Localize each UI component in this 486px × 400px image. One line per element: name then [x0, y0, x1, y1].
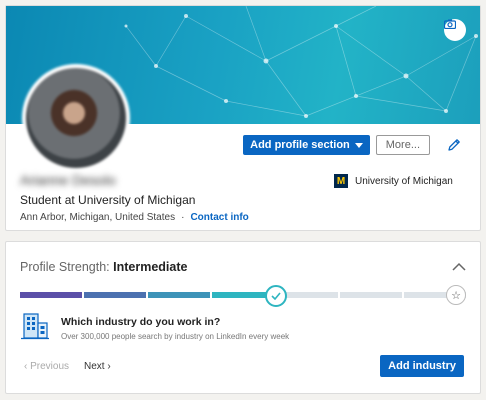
star-icon: ☆	[446, 285, 466, 305]
previous-button[interactable]: ‹ Previous	[24, 361, 69, 372]
profile-top-card: Add profile section More... Arianne Deso…	[5, 5, 481, 231]
university-name: University of Michigan	[355, 175, 453, 187]
next-button[interactable]: Next ›	[84, 361, 111, 372]
add-industry-button[interactable]: Add industry	[380, 355, 464, 377]
separator-dot: ·	[181, 212, 185, 223]
profile-strength-label: Profile Strength:	[20, 260, 110, 274]
university-logo: M	[334, 174, 348, 188]
industry-question-subtext: Over 300,000 people search by industry o…	[61, 332, 290, 341]
profile-strength-level: Intermediate	[113, 260, 188, 274]
check-icon	[271, 292, 281, 300]
chevron-up-icon[interactable]	[452, 262, 466, 272]
add-profile-section-button[interactable]: Add profile section	[243, 135, 370, 155]
building-industry-icon	[21, 313, 49, 340]
profile-strength-card: Profile Strength: Intermediate ☆ Which i…	[5, 241, 481, 394]
edit-banner-button[interactable]	[444, 19, 466, 41]
pencil-icon	[448, 139, 460, 151]
profile-name: Arianne Desolo	[20, 172, 116, 188]
current-level-marker	[265, 285, 287, 307]
profile-strength-meter: ☆	[20, 285, 466, 307]
industry-question: Which industry do you work in?	[61, 316, 221, 328]
contact-info-link[interactable]: Contact info	[190, 212, 248, 223]
profile-location: Ann Arbor, Michigan, United States	[20, 212, 176, 223]
camera-icon	[444, 19, 456, 29]
strength-segment	[84, 292, 146, 298]
strength-segment	[148, 292, 210, 298]
profile-photo[interactable]	[22, 64, 130, 172]
profile-strength-heading: Profile Strength: Intermediate	[20, 260, 187, 274]
add-profile-section-label: Add profile section	[250, 139, 350, 151]
profile-location-row: Ann Arbor, Michigan, United States · Con…	[20, 212, 249, 223]
profile-headline: Student at University of Michigan	[20, 193, 196, 207]
profile-actions: Add profile section More...	[243, 135, 462, 155]
edit-intro-button[interactable]	[446, 137, 462, 153]
strength-segment	[340, 292, 402, 298]
caret-down-icon	[354, 142, 363, 148]
education-link[interactable]: M University of Michigan	[334, 174, 453, 188]
strength-segment	[20, 292, 82, 298]
more-button[interactable]: More...	[375, 135, 430, 155]
